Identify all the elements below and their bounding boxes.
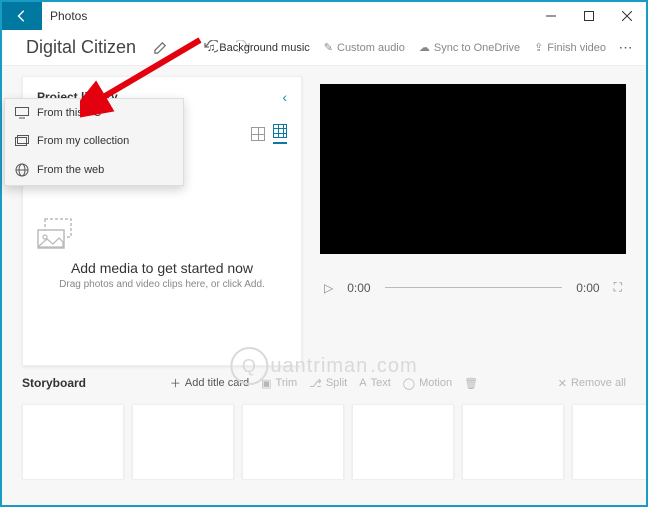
trim-button: ▣ Trim: [261, 375, 297, 391]
view-switcher: [251, 124, 287, 144]
empty-title: Add media to get started now: [37, 260, 287, 276]
fullscreen-icon[interactable]: ⛶: [614, 280, 622, 295]
text-icon: A: [359, 377, 366, 389]
title-bar: Photos: [2, 2, 646, 30]
add-title-card-button[interactable]: ＋ Add title card: [170, 375, 249, 391]
from-web-item[interactable]: From the web: [5, 155, 183, 185]
sync-button[interactable]: ☁ Sync to OneDrive: [413, 37, 526, 58]
custom-audio-button[interactable]: ✎ Custom audio: [318, 37, 411, 58]
from-this-pc-item[interactable]: From this PC: [5, 99, 183, 127]
audio-icon: ✎: [324, 41, 333, 54]
clip-slot[interactable]: [22, 404, 124, 480]
media-placeholder-icon: [37, 218, 81, 252]
finish-label: Finish video: [547, 42, 606, 54]
total-time: 0:00: [576, 281, 599, 295]
custom-audio-label: Custom audio: [337, 42, 405, 54]
maximize-button[interactable]: [570, 2, 608, 30]
empty-subtitle: Drag photos and video clips here, or cli…: [37, 279, 287, 290]
background-music-button[interactable]: ♫ Background music: [201, 38, 316, 58]
from-collection-item[interactable]: From my collection: [5, 127, 183, 155]
from-collection-label: From my collection: [37, 135, 129, 147]
collection-icon: [15, 135, 29, 147]
current-time: 0:00: [347, 281, 370, 295]
web-icon: [15, 163, 29, 177]
pc-icon: [15, 107, 29, 119]
library-empty-state: Add media to get started now Drag photos…: [37, 218, 287, 290]
video-preview[interactable]: [320, 84, 626, 254]
finish-video-button[interactable]: ⇪ Finish video: [528, 37, 612, 58]
motion-icon: ◯: [403, 377, 415, 390]
rename-icon[interactable]: [146, 40, 174, 55]
clip-slot[interactable]: [462, 404, 564, 480]
app-title: Photos: [42, 9, 87, 23]
clip-slot[interactable]: [132, 404, 234, 480]
more-button[interactable]: ⋯: [614, 39, 638, 56]
from-web-label: From the web: [37, 164, 104, 176]
split-button: ⎇ Split: [309, 375, 347, 391]
music-icon: ♫: [207, 42, 215, 54]
main-toolbar: Digital Citizen ♫ Background music ✎ Cus…: [2, 30, 646, 66]
close-button[interactable]: [608, 2, 646, 30]
close-icon: ✕: [558, 377, 567, 390]
trim-icon: ▣: [261, 377, 271, 390]
delete-button: 🗑: [464, 375, 478, 391]
split-icon: ⎇: [309, 377, 322, 390]
split-label: Split: [326, 377, 347, 389]
view-large-grid-icon[interactable]: [251, 127, 265, 141]
text-label: Text: [371, 377, 391, 389]
view-small-grid-icon[interactable]: [273, 124, 287, 138]
clip-slot[interactable]: [572, 404, 646, 480]
trash-icon: 🗑: [464, 377, 478, 390]
add-dropdown-menu: From this PC From my collection From the…: [4, 98, 184, 186]
motion-button: ◯ Motion: [403, 375, 452, 391]
minimize-button[interactable]: [532, 2, 570, 30]
export-icon: ⇪: [534, 41, 543, 54]
collapse-library-icon[interactable]: ‹: [282, 89, 287, 105]
bg-music-label: Background music: [219, 42, 310, 54]
seek-track[interactable]: [385, 287, 563, 288]
preview-panel: ▷ 0:00 0:00 ⛶: [320, 76, 626, 366]
motion-label: Motion: [419, 377, 452, 389]
trim-label: Trim: [276, 377, 298, 389]
add-title-card-label: Add title card: [185, 377, 249, 389]
clip-slot[interactable]: [352, 404, 454, 480]
storyboard-title: Storyboard: [22, 376, 86, 390]
plus-icon: ＋: [170, 375, 181, 391]
project-name[interactable]: Digital Citizen: [26, 37, 136, 58]
text-button: A Text: [359, 375, 391, 391]
cloud-icon: ☁: [419, 41, 430, 54]
storyboard-clips: [2, 390, 646, 480]
remove-all-label: Remove all: [571, 377, 626, 389]
back-button[interactable]: [2, 2, 42, 30]
remove-all-button[interactable]: ✕ Remove all: [558, 377, 626, 390]
play-button[interactable]: ▷: [324, 281, 333, 295]
from-pc-label: From this PC: [37, 107, 101, 119]
window-controls: [532, 2, 646, 30]
sync-label: Sync to OneDrive: [434, 42, 520, 54]
clip-slot[interactable]: [242, 404, 344, 480]
player-controls: ▷ 0:00 0:00 ⛶: [320, 280, 626, 295]
storyboard-header: Storyboard ＋ Add title card ▣ Trim ⎇ Split…: [2, 366, 646, 390]
